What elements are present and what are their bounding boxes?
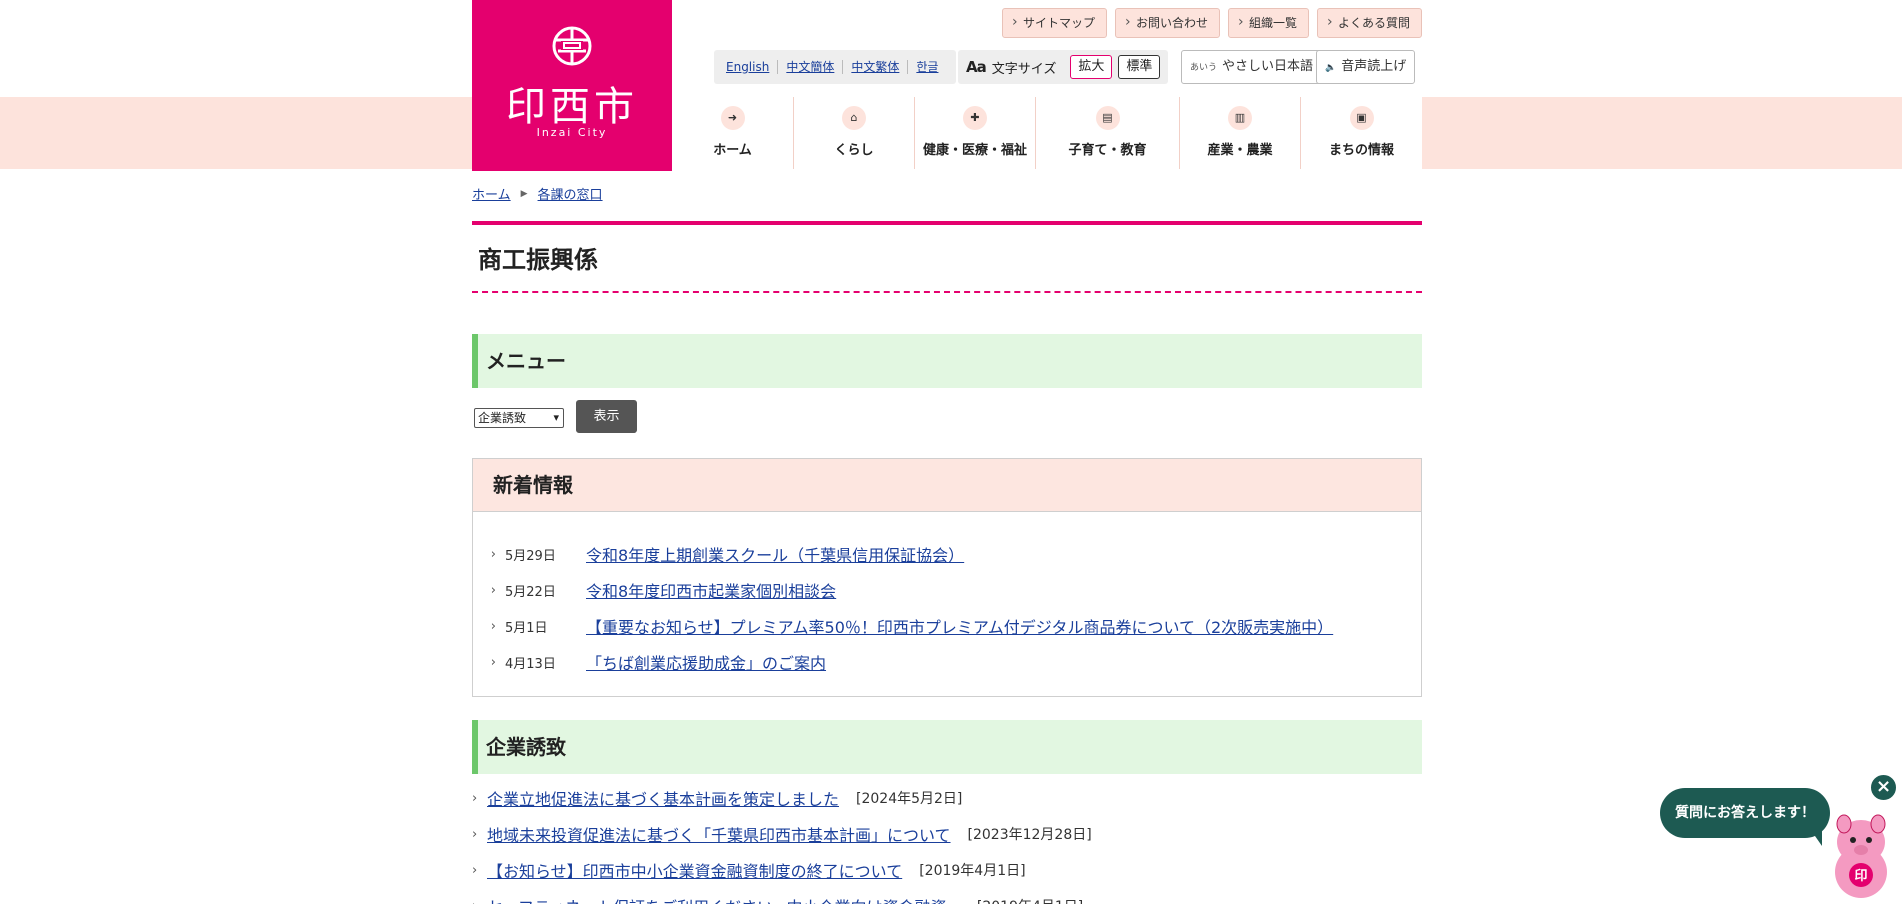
business-list: › 企業立地促進法に基づく基本計画を策定しました [2024年5月2日] › 地… <box>472 780 1422 904</box>
news-date: 5月22日 <box>505 584 556 600</box>
lang-chinese-simplified-link[interactable]: 中文簡体 <box>777 60 842 74</box>
close-icon[interactable]: × <box>1869 773 1898 802</box>
voice-reader-button[interactable]: 🔈 音声読上げ <box>1316 50 1416 84</box>
business-heading: 企業誘致 <box>472 720 1422 774</box>
news-list: › 5月29日 令和8年度上期創業スクール（千葉県信用保証協会） › 5月22日… <box>473 512 1421 680</box>
nav-town-info[interactable]: ▣ まちの情報 <box>1301 97 1422 169</box>
news-link[interactable]: 【重要なお知らせ】プレミアム率50％！印西市プレミアム付デジタル商品券について（… <box>586 614 1333 638</box>
chevron-right-icon: › <box>490 654 496 670</box>
easy-japanese-label: やさしい日本語 <box>1222 59 1314 74</box>
news-item: › 5月22日 令和8年度印西市起業家個別相談会 <box>473 572 1421 608</box>
lang-english-link[interactable]: English <box>724 60 777 74</box>
business-date: [2023年12月28日] <box>967 827 1092 843</box>
lang-chinese-traditional-link[interactable]: 中文繁体 <box>842 60 907 74</box>
nav-town-info-label: まちの情報 <box>1328 143 1394 158</box>
lang-korean-link[interactable]: 한글 <box>907 60 946 74</box>
nav-industry-label: 産業・農業 <box>1207 143 1273 158</box>
news-item: › 5月29日 令和8年度上期創業スクール（千葉県信用保証協会） <box>473 536 1421 572</box>
breadcrumb: ホーム ▶ 各課の窓口 <box>472 184 603 203</box>
chatbot-bubble[interactable]: 質問にお答えします！ <box>1660 788 1830 838</box>
business-link[interactable]: 地域未来投資促進法に基づく「千葉県印西市基本計画」について <box>487 822 951 846</box>
font-size-icon: Aa <box>966 58 987 76</box>
chevron-right-icon: › <box>472 862 478 878</box>
news-date: 4月13日 <box>505 656 556 672</box>
business-link[interactable]: 【お知らせ】印西市中小企業資金融資制度の終了について <box>487 858 902 882</box>
city-emblem-icon <box>552 26 592 66</box>
contact-link[interactable]: お問い合わせ <box>1114 8 1220 38</box>
site-logo[interactable]: 印西市 Inzai City <box>472 0 672 171</box>
book-icon: ▤ <box>1095 106 1120 130</box>
font-enlarge-button[interactable]: 拡大 <box>1070 55 1113 79</box>
language-switcher: English 中文簡体 中文繁体 한글 <box>714 50 957 84</box>
news-link[interactable]: 令和8年度印西市起業家個別相談会 <box>586 578 836 602</box>
faq-link[interactable]: よくある質問 <box>1316 8 1422 38</box>
list-item: › セーフティネット保証をご利用ください~中小企業向け資金融資~ [2019年4… <box>472 888 1422 904</box>
nav-childcare-label: 子育て・教育 <box>1068 143 1147 158</box>
news-date: 5月1日 <box>505 620 548 636</box>
voice-reader-label: 音声読上げ <box>1341 59 1407 74</box>
easy-japanese-icon: あいう <box>1190 63 1218 73</box>
sitemap-link[interactable]: サイトマップ <box>1001 8 1107 38</box>
business-date: [2019年4月1日] <box>977 896 1083 904</box>
briefcase-icon: ▣ <box>1349 106 1374 130</box>
business-link[interactable]: 企業立地促進法に基づく基本計画を策定しました <box>487 786 839 810</box>
business-date: [2024年5月2日] <box>856 791 963 807</box>
chatbot-bubble-tail <box>1808 826 1822 846</box>
news-link[interactable]: 「ちば創業応援助成金」のご案内 <box>586 650 826 674</box>
page-title: 商工振興係 <box>478 246 598 274</box>
nav-health[interactable]: ✚ 健康・医療・福祉 <box>915 97 1036 169</box>
mascot-badge: 印 <box>1854 869 1867 884</box>
font-size-label: 文字サイズ <box>991 61 1057 77</box>
menu-select[interactable]: 企業誘致 <box>474 408 564 428</box>
nav-living[interactable]: ⌂ くらし <box>794 97 915 169</box>
business-link[interactable]: セーフティネット保証をご利用ください~中小企業向け資金融資~ <box>487 894 960 904</box>
chevron-right-icon: › <box>490 618 496 634</box>
mascot-icon[interactable]: 印 <box>1826 812 1896 900</box>
global-nav: ➜ ホーム ⌂ くらし ✚ 健康・医療・福祉 ▤ 子育て・教育 ▥ 産業・農業 … <box>672 97 1422 169</box>
arrow-right-icon: ➜ <box>720 106 745 130</box>
news-item: › 5月1日 【重要なお知らせ】プレミアム率50％！印西市プレミアム付デジタル商… <box>473 608 1421 644</box>
title-underline <box>472 291 1422 293</box>
font-standard-button[interactable]: 標準 <box>1118 55 1161 79</box>
news-item: › 4月13日 「ちば創業応援助成金」のご案内 <box>473 644 1421 680</box>
chevron-right-icon: › <box>472 790 478 806</box>
nav-industry[interactable]: ▥ 産業・農業 <box>1180 97 1301 169</box>
news-date: 5月29日 <box>505 548 556 564</box>
list-item: › 地域未来投資促進法に基づく「千葉県印西市基本計画」について [2023年12… <box>472 816 1422 852</box>
menu-select-value: 企業誘致 <box>478 411 527 425</box>
business-date: [2019年4月1日] <box>919 863 1026 879</box>
list-item: › 【お知らせ】印西市中小企業資金融資制度の終了について [2019年4月1日] <box>472 852 1422 888</box>
medical-icon: ✚ <box>963 106 987 130</box>
logo-subtitle: Inzai City <box>536 126 608 139</box>
nav-childcare[interactable]: ▤ 子育て・教育 <box>1036 97 1180 169</box>
house-icon: ⌂ <box>842 106 866 130</box>
title-top-border <box>472 221 1422 225</box>
breadcrumb-home-link[interactable]: ホーム <box>472 184 511 203</box>
nav-home[interactable]: ➜ ホーム <box>672 97 794 169</box>
menu-heading: メニュー <box>472 334 1422 388</box>
organization-link[interactable]: 組織一覧 <box>1227 8 1309 38</box>
font-size-control: Aa 文字サイズ 拡大 標準 <box>958 50 1169 84</box>
chevron-right-icon: › <box>490 582 496 598</box>
chevron-right-icon: › <box>472 826 478 842</box>
nav-living-label: くらし <box>834 143 874 158</box>
breadcrumb-current-link[interactable]: 各課の窓口 <box>538 184 603 203</box>
speaker-icon: 🔈 <box>1325 63 1337 73</box>
nav-home-label: ホーム <box>713 143 752 158</box>
utility-links: サイトマップ お問い合わせ 組織一覧 よくある質問 <box>1001 8 1422 38</box>
news-box: 新着情報 › 5月29日 令和8年度上期創業スクール（千葉県信用保証協会） › … <box>472 458 1422 697</box>
breadcrumb-separator-icon: ▶ <box>520 188 528 199</box>
easy-japanese-button[interactable]: あいう やさしい日本語 <box>1181 50 1323 84</box>
chevron-right-icon: › <box>490 546 496 562</box>
news-heading: 新着情報 <box>473 459 1421 512</box>
building-icon: ▥ <box>1228 106 1252 130</box>
show-button[interactable]: 表示 <box>576 400 637 433</box>
chevron-right-icon: › <box>472 899 487 904</box>
logo-name: 印西市 <box>506 84 638 130</box>
nav-health-label: 健康・医療・福祉 <box>922 143 1027 158</box>
list-item: › 企業立地促進法に基づく基本計画を策定しました [2024年5月2日] <box>472 780 1422 816</box>
news-link[interactable]: 令和8年度上期創業スクール（千葉県信用保証協会） <box>586 542 964 566</box>
